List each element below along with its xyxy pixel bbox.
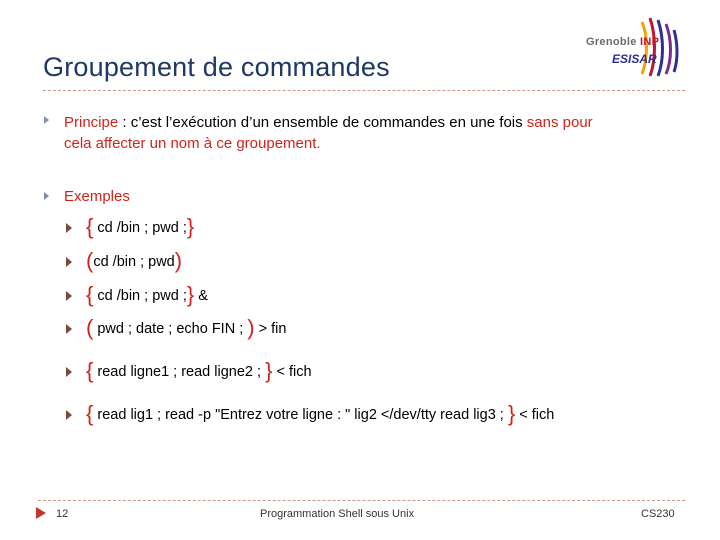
principe-text: c’est l’exécution d’un ensemble de comma… bbox=[130, 114, 527, 131]
sub-bullet-arrow-icon bbox=[66, 410, 72, 420]
example-line-6: { read lig1 ; read -p "Entrez votre lign… bbox=[86, 401, 555, 426]
logo-bottom-text: ESISAR bbox=[612, 52, 657, 66]
title-divider bbox=[43, 90, 685, 91]
sub-bullet-arrow-icon bbox=[66, 324, 72, 334]
footer-title: Programmation Shell sous Unix bbox=[260, 508, 415, 520]
bullet-arrow-icon bbox=[44, 116, 49, 124]
grenoble-inp-esisar-logo: Grenoble INP ESISAR bbox=[586, 14, 690, 78]
example-line-4: ( pwd ; date ; echo FIN ; ) > fin bbox=[86, 315, 287, 340]
page-number: 12 bbox=[56, 508, 69, 520]
example-line-2: (cd /bin ; pwd) bbox=[86, 248, 183, 273]
footer-divider bbox=[38, 500, 685, 501]
principe-label: Principe bbox=[64, 114, 119, 131]
course-code: CS230 bbox=[641, 508, 675, 520]
footer-triangle-icon bbox=[36, 507, 46, 519]
sub-bullet-arrow-icon bbox=[66, 367, 72, 377]
principe-red-1: sans pour bbox=[526, 114, 593, 131]
sub-bullet-arrow-icon bbox=[66, 291, 72, 301]
example-line-3: { cd /bin ; pwd ;} & bbox=[86, 282, 208, 307]
example-line-1: { cd /bin ; pwd ;} bbox=[86, 214, 195, 239]
principe-colon: : bbox=[118, 114, 131, 131]
slide-title: Groupement de commandes bbox=[43, 52, 390, 82]
logo-top-text: Grenoble INP bbox=[586, 36, 660, 48]
bullet-arrow-icon bbox=[44, 192, 49, 200]
principe-paragraph: Principe : c’est l’exécution d’un ensemb… bbox=[64, 112, 664, 154]
sub-bullet-arrow-icon bbox=[66, 223, 72, 233]
principe-red-2: cela affecter un nom à ce groupement. bbox=[64, 135, 321, 152]
slide: Grenoble INP ESISAR Groupement de comman… bbox=[0, 0, 720, 540]
example-line-5: { read ligne1 ; read ligne2 ; } < fich bbox=[86, 358, 312, 383]
sub-bullet-arrow-icon bbox=[66, 257, 72, 267]
exemples-label: Exemples bbox=[64, 188, 130, 205]
